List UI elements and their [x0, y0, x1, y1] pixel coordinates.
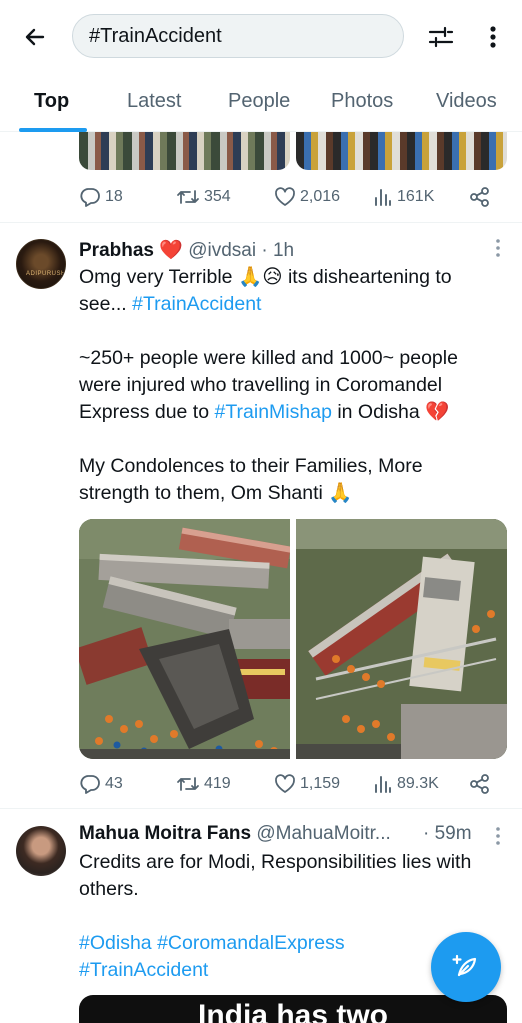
retweet-button[interactable]: 419: [176, 773, 231, 795]
retweet-icon: [177, 777, 199, 791]
vertical-dots-icon: [490, 26, 496, 48]
tweet-header: Prabhas ❤️ @ivdsai · 1h: [79, 238, 294, 262]
tab-people[interactable]: People: [228, 90, 290, 113]
crowd-photo-right[interactable]: [296, 132, 507, 170]
previous-tweet-media[interactable]: [79, 132, 507, 170]
more-options-button[interactable]: [478, 20, 508, 54]
tweet-time: · 1h: [261, 240, 295, 261]
hashtag-link[interactable]: #Odisha: [79, 932, 152, 954]
share-icon: [470, 774, 489, 794]
like-button[interactable]: 2,016: [274, 186, 340, 208]
tweet-divider: [0, 222, 522, 223]
reply-bubble-icon: [80, 188, 100, 207]
reply-button[interactable]: 43: [79, 773, 123, 795]
views-button[interactable]: 161K: [373, 186, 434, 208]
like-button[interactable]: 1,159: [274, 773, 340, 795]
tab-latest[interactable]: Latest: [127, 90, 181, 113]
author-handle[interactable]: @ivdsai: [188, 240, 256, 261]
hashtag-link[interactable]: #TrainAccident: [132, 293, 261, 315]
wreck-image-2: [296, 519, 507, 759]
avatar[interactable]: [16, 826, 66, 876]
hashtag-link[interactable]: #TrainAccident: [79, 959, 208, 981]
image-caption-text: India has two: [197, 999, 389, 1023]
author-name[interactable]: Mahua Moitra Fans: [79, 823, 251, 844]
train-wreck-photo-right[interactable]: [296, 519, 507, 759]
arrow-left-icon: [25, 28, 45, 46]
hashtag-link[interactable]: #TrainMishap: [215, 401, 332, 423]
feather-plus-icon: [452, 954, 477, 977]
tweet-media: [79, 519, 507, 759]
tweet-more-icon[interactable]: [492, 826, 504, 846]
tweet-actions: 43 419 1,159 89.3K: [79, 769, 507, 799]
heart-emoji: ❤️: [159, 240, 183, 261]
filter-button[interactable]: [424, 20, 458, 54]
reply-button[interactable]: 18: [79, 186, 123, 208]
share-button[interactable]: [469, 773, 491, 795]
tab-top[interactable]: Top: [34, 90, 69, 113]
retweet-button[interactable]: 354: [176, 186, 231, 208]
tweet-media-image[interactable]: India has two: [79, 995, 507, 1023]
search-tabs: Top Latest People Photos Videos: [0, 78, 522, 132]
crowd-photo-left[interactable]: [79, 132, 290, 170]
retweet-count: 419: [204, 775, 231, 792]
tweet-text: Omg very Terrible 🙏😥 its disheartening t…: [79, 266, 458, 504]
reply-count: 43: [105, 775, 123, 792]
tweet-time: · 59m: [423, 823, 472, 844]
bar-chart-icon: [375, 189, 391, 206]
compose-tweet-button[interactable]: [431, 932, 501, 1002]
train-wreck-photo-left[interactable]: [79, 519, 290, 759]
views-count: 89.3K: [397, 775, 439, 792]
search-query: #TrainAccident: [89, 24, 222, 47]
heart-outline-icon: [275, 187, 295, 206]
share-button[interactable]: [469, 186, 491, 208]
tweet-divider: [0, 808, 522, 809]
wreck-image: [79, 519, 290, 759]
retweet-count: 354: [204, 188, 231, 205]
like-count: 1,159: [300, 775, 341, 792]
previous-tweet-actions: 18 354 2,016 161K: [79, 182, 507, 212]
reply-count: 18: [105, 188, 123, 205]
author-name[interactable]: Prabhas: [79, 240, 154, 261]
avatar[interactable]: ADIPURUSH: [16, 239, 66, 289]
hashtag-link[interactable]: #CoromandalExpress: [157, 932, 345, 954]
author-handle[interactable]: @MahuaMoitr...: [256, 823, 390, 844]
heart-outline-icon: [275, 774, 295, 793]
views-count: 161K: [397, 188, 435, 205]
like-count: 2,016: [300, 188, 341, 205]
tab-photos[interactable]: Photos: [331, 90, 393, 113]
tab-videos[interactable]: Videos: [436, 90, 497, 113]
active-tab-indicator: [19, 128, 87, 132]
bar-chart-icon: [375, 776, 391, 793]
tweet-header: Mahua Moitra Fans @MahuaMoitr... · 59m: [79, 823, 472, 845]
share-icon: [470, 187, 489, 207]
reply-bubble-icon: [80, 775, 100, 794]
views-button[interactable]: 89.3K: [373, 773, 439, 795]
search-input[interactable]: #TrainAccident: [72, 14, 404, 58]
sliders-icon: [428, 26, 454, 48]
retweet-icon: [177, 190, 199, 204]
tweet-more-icon[interactable]: [492, 238, 504, 258]
back-button[interactable]: [18, 20, 52, 54]
top-bar: #TrainAccident: [0, 0, 522, 72]
